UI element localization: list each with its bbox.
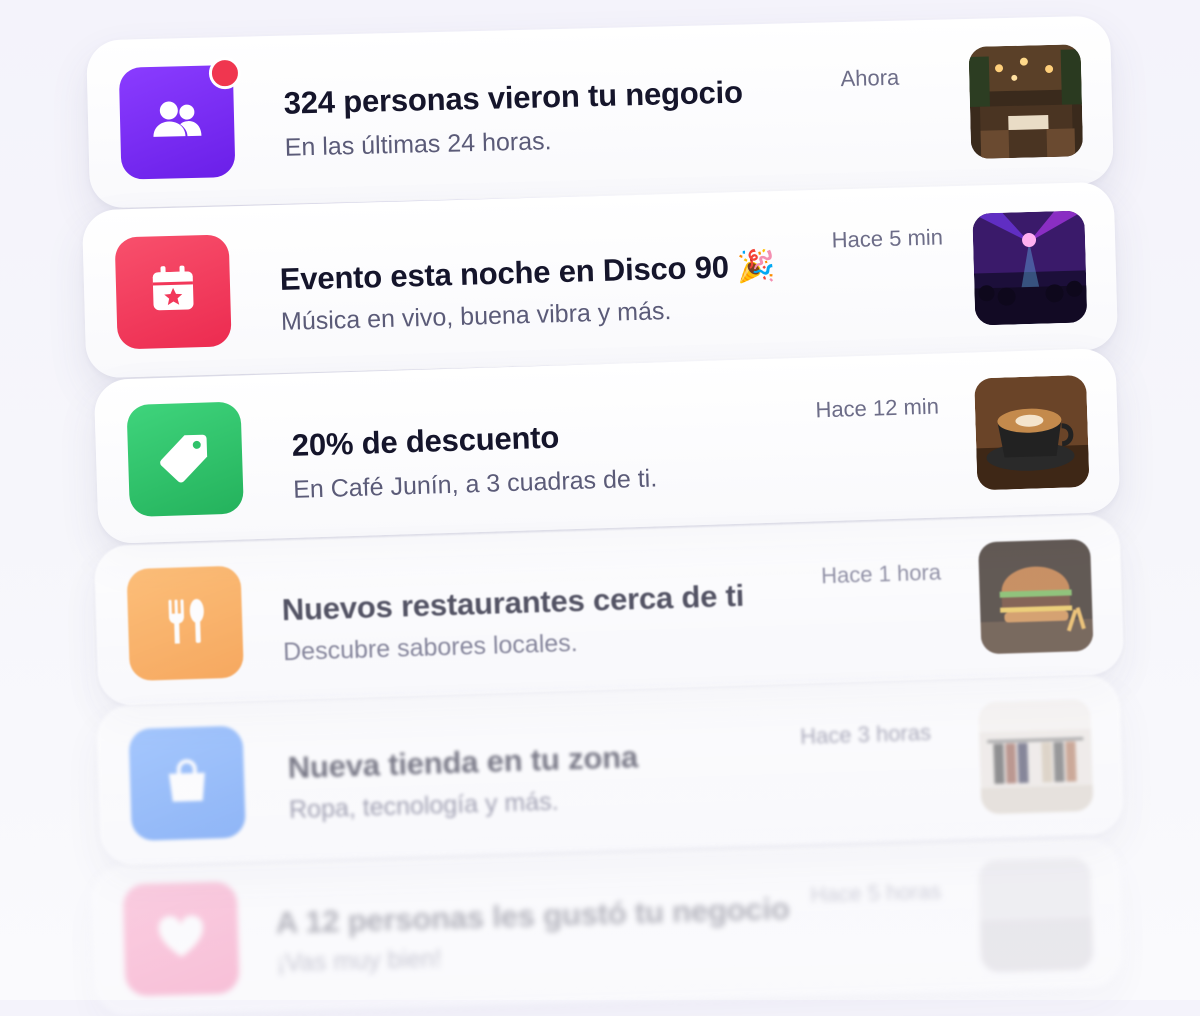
notification-card-views[interactable]: 324 personas vieron tu negocio En las úl… <box>86 15 1114 209</box>
thumbnail-store <box>978 698 1094 815</box>
notification-subtitle: ¡Vas muy bien! <box>276 944 443 978</box>
icon-tile-green <box>126 401 244 518</box>
notification-time: Ahora <box>840 64 900 92</box>
icon-tile-red <box>114 234 232 350</box>
notification-time: Hace 5 horas <box>809 878 942 908</box>
notification-card-event[interactable]: Evento esta noche en Disco 90 🎉 Música e… <box>81 181 1119 379</box>
notification-title: 20% de descuento <box>291 419 560 463</box>
fork-spoon-icon <box>154 590 216 657</box>
notification-time: Hace 1 hora <box>820 559 942 589</box>
thumbnail-blurred <box>978 857 1094 973</box>
notification-subtitle: Ropa, tecnología y más. <box>288 787 560 825</box>
unread-dot <box>208 56 242 90</box>
calendar-star-icon <box>142 259 204 326</box>
notification-card-store[interactable]: Nueva tienda en tu zona Ropa, tecnología… <box>95 673 1125 867</box>
heart-icon <box>150 906 212 973</box>
notification-card-discount[interactable]: 20% de descuento En Café Junín, a 3 cuad… <box>93 347 1121 545</box>
notification-title: 324 personas vieron tu negocio <box>283 74 744 121</box>
shopping-bag-icon <box>156 750 218 817</box>
thumbnail-coffee <box>974 374 1090 491</box>
notification-title: Nuevos restaurantes cerca de ti <box>281 577 745 628</box>
notification-card-likes[interactable]: A 12 personas les gustó tu negocio ¡Vas … <box>90 837 1124 1016</box>
icon-tile-blue <box>128 725 246 842</box>
notification-subtitle: En las últimas 24 horas. <box>284 127 552 162</box>
notification-time: Hace 3 horas <box>799 719 932 750</box>
thumbnail-burger <box>978 538 1094 655</box>
notification-card-restaurants[interactable]: Nuevos restaurantes cerca de ti Descubre… <box>93 513 1125 707</box>
thumbnail-restaurant <box>968 44 1084 159</box>
notification-title: A 12 personas les gustó tu negocio <box>275 890 791 941</box>
thumbnail-disco <box>972 210 1088 326</box>
notification-feed: 324 personas vieron tu negocio En las úl… <box>0 0 1200 1016</box>
icon-tile-purple <box>118 56 242 180</box>
people-icon <box>146 89 208 155</box>
icon-tile-pink <box>122 881 240 997</box>
notification-time: Hace 5 min <box>831 224 944 253</box>
notification-subtitle: En Café Junín, a 3 cuadras de ti. <box>292 464 658 504</box>
notification-subtitle: Descubre sabores locales. <box>282 629 579 667</box>
notification-title: Nueva tienda en tu zona <box>287 739 639 786</box>
tag-icon <box>154 426 216 493</box>
notification-title: Evento esta noche en Disco 90 🎉 <box>279 248 776 297</box>
notification-subtitle: Música en vivo, buena vibra y más. <box>280 297 672 336</box>
icon-tile-orange <box>126 565 244 682</box>
notification-time: Hace 12 min <box>815 393 940 423</box>
